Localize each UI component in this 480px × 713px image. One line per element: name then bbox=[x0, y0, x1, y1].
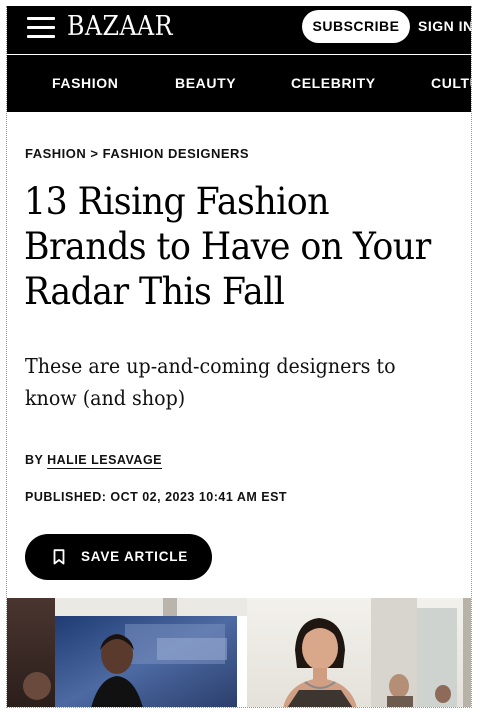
save-article-label: SAVE ARTICLE bbox=[81, 549, 189, 564]
nav-item-fashion[interactable]: FASHION bbox=[52, 55, 118, 112]
author-link[interactable]: HALIE LESAVAGE bbox=[47, 453, 162, 467]
article-title: 13 Rising Fashion Brands to Have on Your… bbox=[24, 180, 431, 313]
breadcrumb-separator: > bbox=[90, 146, 99, 161]
nav-item-celebrity[interactable]: CELEBRITY bbox=[291, 55, 376, 112]
save-article-button[interactable]: SAVE ARTICLE bbox=[25, 534, 212, 580]
nav-item-beauty[interactable]: BEAUTY bbox=[175, 55, 236, 112]
browser-viewport: BAZAAR SUBSCRIBE SIGN IN FASHION BEAUTY … bbox=[6, 6, 472, 708]
published-date: PUBLISHED: OCT 02, 2023 10:41 AM EST bbox=[25, 490, 288, 504]
byline: BY HALIE LESAVAGE bbox=[25, 453, 162, 467]
section-nav: FASHION BEAUTY CELEBRITY CULTURE bbox=[7, 55, 471, 112]
breadcrumb-current[interactable]: FASHION DESIGNERS bbox=[103, 146, 249, 161]
site-header: BAZAAR SUBSCRIBE SIGN IN bbox=[7, 6, 471, 54]
site-logo[interactable]: BAZAAR bbox=[67, 10, 173, 44]
hero-image bbox=[7, 598, 471, 707]
hamburger-menu-icon[interactable] bbox=[27, 14, 55, 40]
article-dek: These are up-and-coming designers to kno… bbox=[25, 354, 396, 410]
hero-photo-collage bbox=[7, 598, 471, 707]
breadcrumb-parent[interactable]: FASHION bbox=[25, 146, 86, 161]
subscribe-button[interactable]: SUBSCRIBE bbox=[302, 10, 410, 43]
sign-in-link[interactable]: SIGN IN bbox=[418, 10, 471, 43]
byline-prefix: BY bbox=[25, 453, 44, 467]
breadcrumb: FASHION > FASHION DESIGNERS bbox=[25, 146, 249, 161]
nav-item-culture[interactable]: CULTURE bbox=[431, 55, 471, 112]
bookmark-icon bbox=[53, 549, 65, 565]
